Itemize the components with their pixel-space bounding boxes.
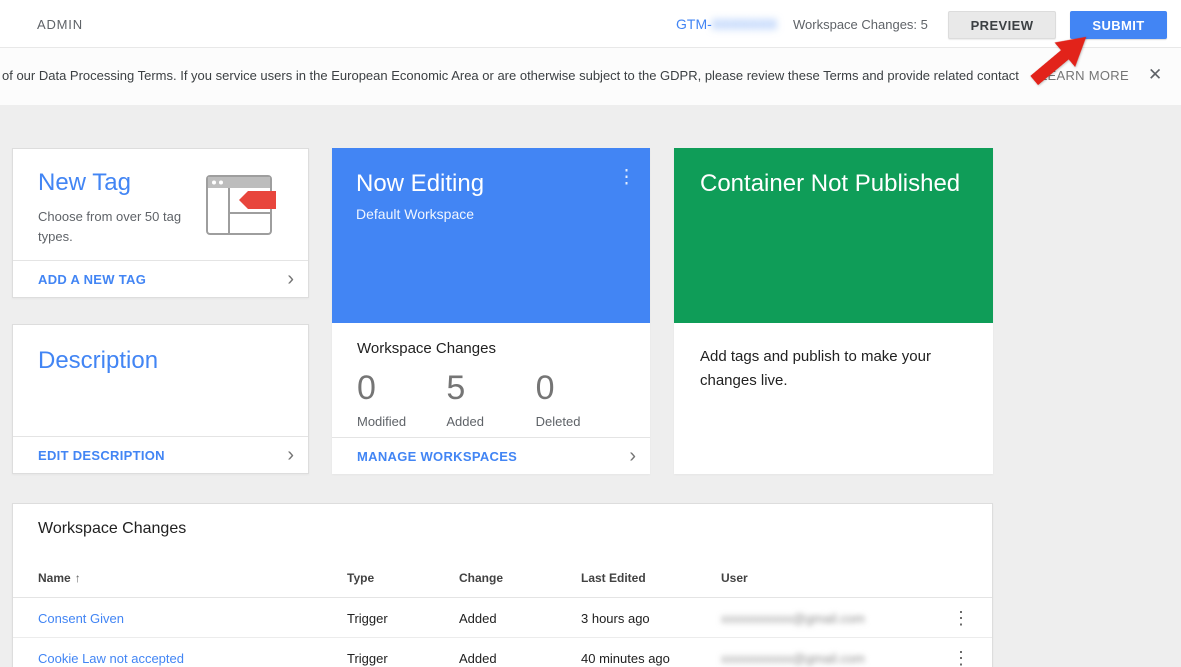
gdpr-notice-text: of our Data Processing Terms. If you ser… <box>2 68 1019 83</box>
row-type: Trigger <box>347 651 388 666</box>
table-row: Cookie Law not accepted Trigger Added 40… <box>13 638 992 667</box>
container-id-masked: XXXXXXX <box>712 16 777 32</box>
workspace-changes-label: Workspace Changes <box>357 340 625 357</box>
column-header-name[interactable]: Name ↑ <box>38 571 81 585</box>
row-type: Trigger <box>347 611 388 626</box>
description-title: Description <box>38 347 158 375</box>
gdpr-notice-bar: of our Data Processing Terms. If you ser… <box>0 48 1181 105</box>
table-title: Workspace Changes <box>38 520 186 538</box>
row-user-email: xxxxxxxxxxx@gmail.com <box>721 651 865 666</box>
tag-browser-icon <box>206 175 284 237</box>
kebab-menu-icon[interactable]: ⋮ <box>952 608 970 629</box>
learn-more-link[interactable]: LEARN MORE <box>1040 68 1129 83</box>
not-published-title: Container Not Published <box>700 170 967 198</box>
column-header-last-edited[interactable]: Last Edited <box>581 571 646 585</box>
stat-added-value: 5 <box>446 369 535 408</box>
stat-modified-value: 0 <box>357 369 446 408</box>
table-header-row: Name ↑ Type Change Last Edited User <box>13 558 992 598</box>
new-tag-title: New Tag <box>38 169 203 197</box>
container-not-published-card: Container Not Published Add tags and pub… <box>674 148 993 474</box>
workspace-changes-summary: Workspace Changes 0 Modified 5 Added 0 D… <box>332 323 650 429</box>
row-user-email: xxxxxxxxxxx@gmail.com <box>721 611 865 626</box>
chevron-right-icon: › <box>287 269 294 289</box>
not-published-body: Add tags and publish to make your change… <box>674 323 993 415</box>
container-id[interactable]: GTM-XXXXXXX <box>676 16 777 32</box>
workspace-changes-table-card: Workspace Changes Name ↑ Type Change Last… <box>12 503 993 667</box>
stat-added-label: Added <box>446 414 535 429</box>
column-header-name-label: Name <box>38 571 71 585</box>
column-header-change[interactable]: Change <box>459 571 503 585</box>
now-editing-card: Now Editing Default Workspace ⋮ Workspac… <box>332 148 650 474</box>
workspace-changes-count: Workspace Changes: 5 <box>793 17 928 32</box>
kebab-menu-icon[interactable]: ⋮ <box>617 168 636 187</box>
row-last-edited: 3 hours ago <box>581 611 650 626</box>
row-last-edited: 40 minutes ago <box>581 651 670 666</box>
new-tag-description: Choose from over 50 tag types. <box>38 207 203 247</box>
close-icon[interactable]: ✕ <box>1148 65 1162 85</box>
description-card: Description EDIT DESCRIPTION › <box>12 324 309 474</box>
table-row: Consent Given Trigger Added 3 hours ago … <box>13 598 992 638</box>
add-new-tag-action[interactable]: ADD A NEW TAG › <box>13 260 308 297</box>
now-editing-subtitle: Default Workspace <box>356 206 626 222</box>
chevron-right-icon: › <box>629 446 636 466</box>
now-editing-header: Now Editing Default Workspace ⋮ <box>332 148 650 323</box>
row-change: Added <box>459 611 497 626</box>
row-name-link[interactable]: Consent Given <box>38 611 124 626</box>
row-name-link[interactable]: Cookie Law not accepted <box>38 651 184 666</box>
stat-deleted-label: Deleted <box>536 414 625 429</box>
edit-description-action[interactable]: EDIT DESCRIPTION › <box>13 436 308 473</box>
manage-workspaces-action[interactable]: MANAGE WORKSPACES › <box>332 437 650 474</box>
stat-deleted-value: 0 <box>536 369 625 408</box>
edit-description-label: EDIT DESCRIPTION <box>38 448 165 463</box>
column-header-type[interactable]: Type <box>347 571 374 585</box>
container-id-prefix: GTM- <box>676 16 712 32</box>
tab-admin[interactable]: ADMIN <box>37 17 83 32</box>
now-editing-title: Now Editing <box>356 170 626 198</box>
column-header-user[interactable]: User <box>721 571 748 585</box>
sort-ascending-icon: ↑ <box>75 571 81 585</box>
chevron-right-icon: › <box>287 445 294 465</box>
stat-added: 5 Added <box>446 369 535 429</box>
row-change: Added <box>459 651 497 666</box>
stat-deleted: 0 Deleted <box>536 369 625 429</box>
preview-button[interactable]: PREVIEW <box>948 11 1056 39</box>
new-tag-card: New Tag Choose from over 50 tag types. A… <box>12 148 309 298</box>
manage-workspaces-label: MANAGE WORKSPACES <box>357 449 517 464</box>
top-bar: ADMIN GTM-XXXXXXX Workspace Changes: 5 P… <box>0 0 1181 48</box>
stat-modified-label: Modified <box>357 414 446 429</box>
submit-button[interactable]: SUBMIT <box>1070 11 1167 39</box>
main-content: New Tag Choose from over 50 tag types. A… <box>0 105 1181 667</box>
add-new-tag-label: ADD A NEW TAG <box>38 272 146 287</box>
stat-modified: 0 Modified <box>357 369 446 429</box>
not-published-header: Container Not Published <box>674 148 993 323</box>
kebab-menu-icon[interactable]: ⋮ <box>952 648 970 667</box>
